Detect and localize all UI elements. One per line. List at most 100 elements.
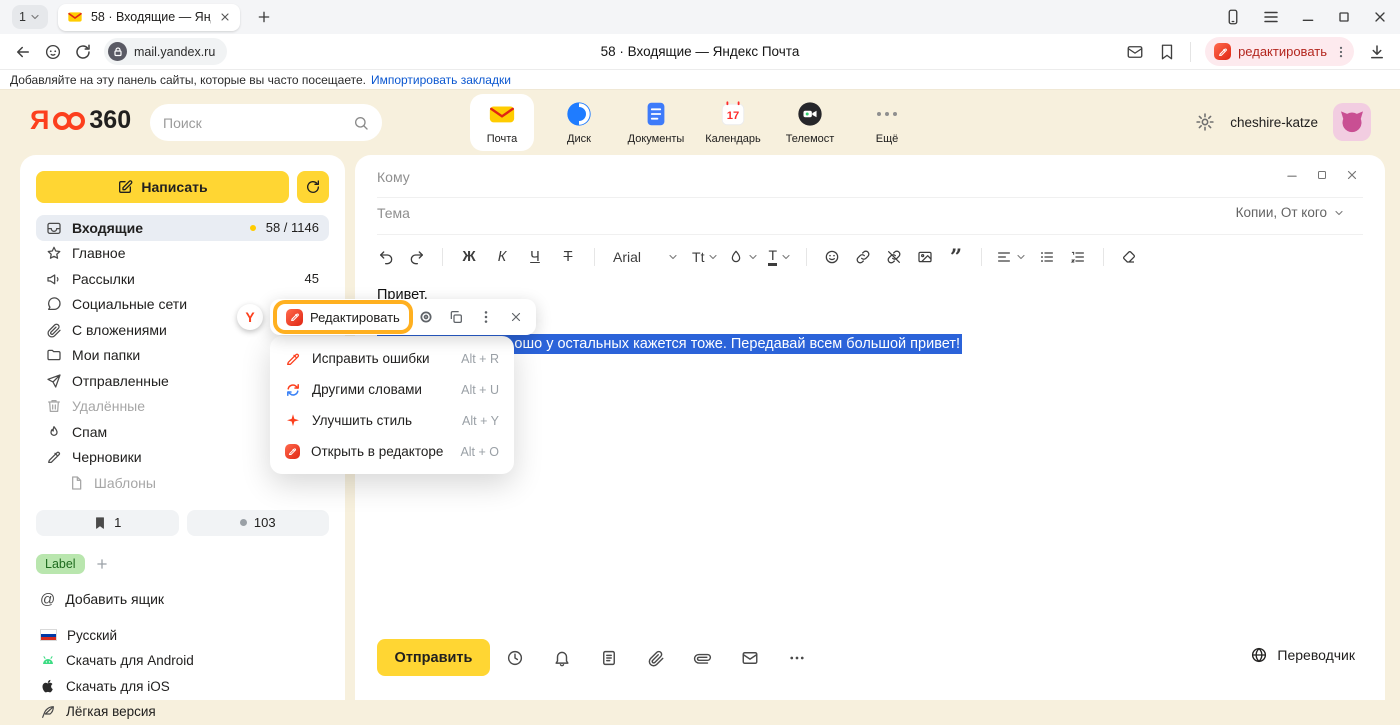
compose-close-icon[interactable] [1345,168,1359,182]
text-color-button[interactable]: Т [768,244,792,270]
underline-button[interactable]: Ч [523,244,547,270]
sync-button[interactable] [297,171,329,203]
compose-minimize-icon[interactable] [1285,168,1299,182]
search-icon[interactable] [353,115,369,131]
window-maximize-icon[interactable] [1336,9,1352,25]
more-options-icon[interactable] [788,649,806,667]
unread-filter-button[interactable]: 103 [187,510,330,536]
ai-dropdown-menu: Исправить ошибки Alt + R Другими словами… [270,336,514,474]
undo-button[interactable] [375,244,397,270]
folder-inbox[interactable]: Входящие 58 / 1146 [36,215,329,241]
service-telemost[interactable]: Телемост [778,94,842,151]
download-icon[interactable] [1368,43,1386,61]
import-bookmarks-link[interactable]: Импортировать закладки [371,73,511,87]
new-tab-button[interactable] [256,9,272,25]
ring-logo-icon[interactable] [413,304,439,330]
search-box[interactable] [150,104,382,141]
bullet-list-button[interactable] [1036,244,1058,270]
unlink-button[interactable] [883,244,905,270]
language-link[interactable]: Русский [36,623,329,649]
label-chip[interactable]: Label [36,554,85,574]
insert-image-button[interactable] [914,244,936,270]
send-button[interactable]: Отправить [377,639,490,676]
search-input[interactable] [163,115,345,131]
service-more[interactable]: Ещё [855,94,919,151]
browser-menu-icon[interactable] [1262,8,1280,26]
schedule-send-icon[interactable] [506,649,524,667]
formatting-toolbar: Ж К Ч Т Arial Tt Т ” [375,241,1365,273]
window-close-icon[interactable] [1372,9,1388,25]
menu-item-open-in-editor[interactable]: Открыть в редакторе Alt + O [270,436,514,467]
menu-item-improve-style[interactable]: Улучшить стиль Alt + Y [270,405,514,436]
add-label-icon[interactable] [95,557,109,571]
logo-ya: Я [30,107,49,134]
device-sync-icon[interactable] [1224,8,1242,26]
service-docs[interactable]: Документы [624,94,688,151]
clear-formatting-button[interactable] [1118,244,1140,270]
add-mailbox-label: Добавить ящик [65,591,164,607]
settings-gear-icon[interactable] [1195,112,1215,132]
attach-from-disk-icon[interactable] [694,649,712,667]
copy-icon[interactable] [443,304,469,330]
redo-button[interactable] [406,244,428,270]
attach-mail-icon[interactable] [741,649,759,667]
tab-counter-button[interactable]: 1 [12,5,48,29]
extension-kebab-icon[interactable] [1334,45,1348,59]
service-mail[interactable]: Почта [470,94,534,151]
tab-close-icon[interactable] [219,11,231,23]
popup-close-icon[interactable] [503,304,529,330]
bookmark-icon[interactable] [1158,43,1176,61]
emoji-button[interactable] [821,244,843,270]
cc-from-toggle[interactable]: Копии, От кого [1236,205,1345,220]
android-download-link[interactable]: Скачать для Android [36,648,329,674]
quote-button[interactable]: ” [945,250,967,264]
notes-icon[interactable] [600,649,618,667]
add-mailbox-button[interactable]: @ Добавить ящик [36,591,329,608]
popup-kebab-icon[interactable] [473,304,499,330]
menu-item-fix-errors[interactable]: Исправить ошибки Alt + R [270,343,514,374]
yandex-360-logo[interactable]: Я 360 [30,107,131,134]
reminder-bell-icon[interactable] [553,649,571,667]
divider [981,248,982,266]
menu-label: Исправить ошибки [312,351,430,366]
folder-newsletters[interactable]: Рассылки 45 [36,266,329,292]
folder-main[interactable]: Главное [36,241,329,267]
font-family-select[interactable]: Arial [609,249,683,265]
tab-count: 1 [19,10,26,24]
refresh-icon[interactable] [74,43,92,61]
attach-file-icon[interactable] [647,649,665,667]
feather-icon [40,704,56,720]
divider [594,248,595,266]
active-tab[interactable]: 58 · Входящие — Янде [58,4,240,31]
avatar[interactable] [1333,103,1371,141]
yandex-extension-badge[interactable]: Y [237,304,263,330]
user-name[interactable]: cheshire-katze [1230,115,1318,130]
mail-toolbar-icon[interactable] [1126,43,1144,61]
lock-icon[interactable] [108,42,127,61]
subject-field[interactable]: Тема [377,205,410,221]
align-button[interactable] [996,244,1027,270]
browser-profile-icon[interactable] [44,43,62,61]
address-bar[interactable]: mail.yandex.ru [104,38,227,65]
font-size-button[interactable]: Tt [692,244,719,270]
ios-download-link[interactable]: Скачать для iOS [36,674,329,700]
strikethrough-button[interactable]: Т [556,244,580,270]
bold-button[interactable]: Ж [457,244,481,270]
service-calendar[interactable]: 17 Календарь [701,94,765,151]
translator-button[interactable]: Переводчик [1250,646,1355,664]
compose-button[interactable]: Написать [36,171,289,203]
menu-item-rephrase[interactable]: Другими словами Alt + U [270,374,514,405]
compose-expand-icon[interactable] [1316,169,1328,181]
light-version-link[interactable]: Лёгкая версия [36,699,329,725]
back-icon[interactable] [14,43,32,61]
window-minimize-icon[interactable] [1300,9,1316,25]
to-field[interactable]: Кому [377,169,410,185]
edit-button-highlighted[interactable]: Редактировать [277,304,409,330]
editor-extension-button[interactable]: редактировать [1205,37,1354,66]
numbered-list-button[interactable] [1067,244,1089,270]
saved-filter-button[interactable]: 1 [36,510,179,536]
highlight-color-button[interactable] [728,244,759,270]
link-button[interactable] [852,244,874,270]
italic-button[interactable]: К [490,244,514,270]
service-disk[interactable]: Диск [547,94,611,151]
